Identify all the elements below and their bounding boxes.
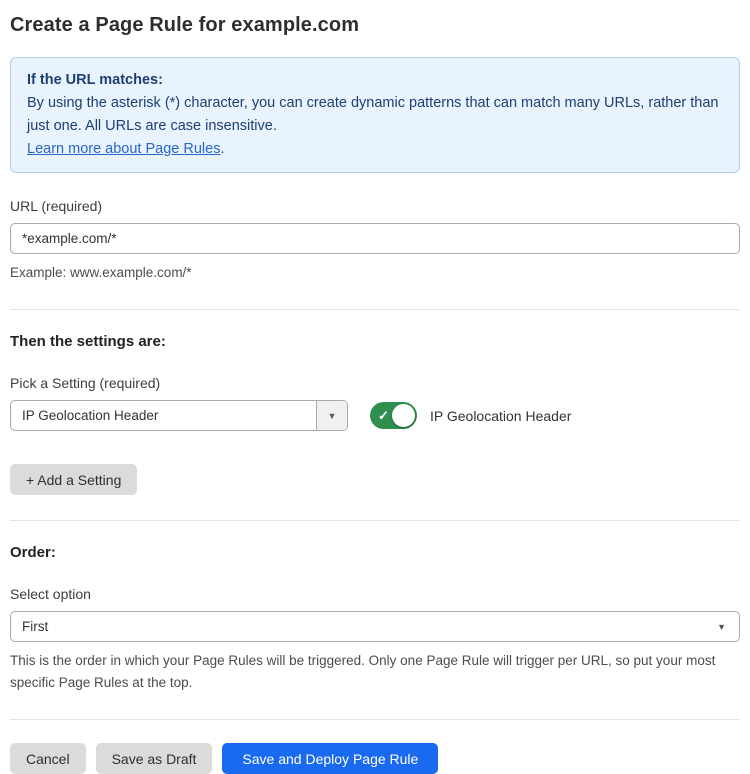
save-deploy-button[interactable]: Save and Deploy Page Rule	[222, 743, 438, 774]
divider	[10, 719, 740, 720]
url-match-info-box: If the URL matches: By using the asteris…	[10, 57, 740, 173]
pick-setting-label: Pick a Setting (required)	[10, 375, 740, 391]
chevron-down-icon: ▼	[328, 411, 337, 421]
url-example-helper: Example: www.example.com/*	[10, 262, 740, 284]
divider	[10, 520, 740, 521]
order-section-heading: Order:	[10, 544, 740, 561]
footer-actions: Cancel Save as Draft Save and Deploy Pag…	[10, 743, 740, 774]
info-box-body: By using the asterisk (*) character, you…	[27, 92, 723, 138]
url-field-label: URL (required)	[10, 198, 740, 214]
setting-dropdown-button[interactable]: ▼	[316, 401, 347, 430]
setting-dropdown-value: IP Geolocation Header	[11, 401, 316, 430]
add-setting-button[interactable]: + Add a Setting	[10, 464, 137, 495]
link-suffix: .	[220, 141, 224, 157]
info-box-link-line: Learn more about Page Rules.	[27, 138, 723, 161]
order-select-value: First	[22, 619, 48, 634]
order-select[interactable]: First ▼	[10, 611, 740, 642]
cancel-button[interactable]: Cancel	[10, 743, 86, 774]
setting-dropdown[interactable]: IP Geolocation Header ▼	[10, 400, 348, 431]
ip-geolocation-toggle[interactable]: ✓	[370, 402, 417, 429]
order-helper-text: This is the order in which your Page Rul…	[10, 650, 740, 694]
info-box-heading: If the URL matches:	[27, 69, 723, 92]
page-title: Create a Page Rule for example.com	[10, 14, 740, 37]
chevron-down-icon: ▼	[717, 622, 726, 632]
check-icon: ✓	[378, 408, 389, 424]
settings-section-heading: Then the settings are:	[10, 333, 740, 350]
toggle-knob	[392, 404, 415, 427]
select-option-label: Select option	[10, 586, 740, 602]
url-input[interactable]	[10, 223, 740, 254]
toggle-label: IP Geolocation Header	[430, 408, 571, 424]
learn-more-page-rules-link[interactable]: Learn more about Page Rules	[27, 141, 220, 157]
save-draft-button[interactable]: Save as Draft	[96, 743, 213, 774]
setting-row: IP Geolocation Header ▼ ✓ IP Geolocation…	[10, 400, 740, 431]
divider	[10, 309, 740, 310]
page-rule-form: Create a Page Rule for example.com If th…	[0, 14, 750, 774]
